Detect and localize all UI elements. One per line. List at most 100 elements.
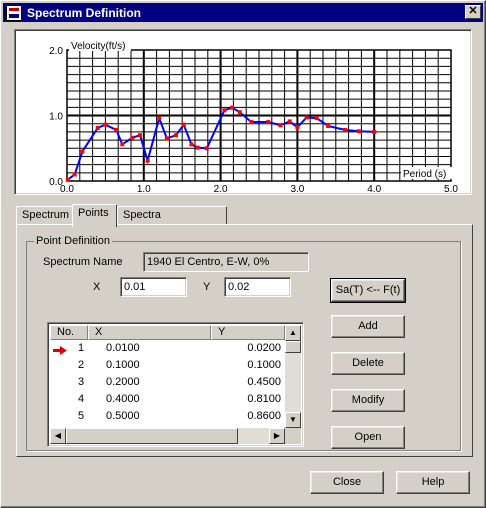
tab-spectrum-label: Spectrum (22, 209, 70, 221)
table-vertical-scrollbar[interactable]: ▲ ▼ (285, 325, 301, 428)
points-table-body: 1 0.0100 0.0200 2 0.1000 0.1000 3 0.2000 0.4500 4… (50, 340, 285, 428)
point-definition-group: Point Definition Spectrum Name 1940 El C… (26, 235, 461, 451)
scroll-left-arrow-icon[interactable]: ◀ (50, 428, 66, 444)
data-point-marker (130, 135, 135, 140)
scrollbar-corner (285, 428, 301, 444)
data-point-marker (266, 120, 271, 125)
app-icon (6, 4, 22, 21)
tab-spectra-interpolation[interactable]: Spectra Interpolation (117, 206, 227, 238)
x-input-value: 0.01 (124, 281, 146, 293)
data-point-marker (249, 120, 254, 125)
help-button-label: Help (421, 476, 445, 488)
cell-no: 4 (78, 393, 85, 405)
cell-x: 0.0100 (106, 342, 140, 354)
data-point-marker (343, 127, 348, 132)
spectrum-chart-svg: 0.0 1.0 2.0 3.0 4.0 5.00.01.02.0 Velocity(ft/s… (49, 39, 458, 194)
table-row[interactable]: 4 0.4000 0.8100 (50, 391, 285, 408)
modify-button[interactable]: Modify (331, 389, 405, 412)
x-tick-label: 1.0 (137, 184, 151, 194)
cell-no: 3 (78, 376, 85, 388)
data-point-marker (80, 149, 85, 154)
data-point-marker (326, 123, 331, 128)
data-point-marker (145, 158, 150, 163)
cell-x: 0.5000 (106, 410, 140, 422)
data-point-marker (230, 105, 235, 110)
close-button[interactable]: Close (310, 471, 384, 494)
points-table[interactable]: No. X Y 1 0.0100 0.0200 2 0.1000 0.1000 3 0.200… (47, 322, 304, 447)
cell-y: 0.4500 (247, 376, 281, 388)
open-button-label: Open (354, 431, 382, 443)
table-row[interactable]: 3 0.2000 0.4500 (50, 374, 285, 391)
cell-x: 0.2000 (106, 376, 140, 388)
add-button[interactable]: Add (331, 315, 405, 338)
tab-points-label: Points (78, 207, 109, 219)
table-horizontal-scrollbar[interactable]: ◀ ▶ (50, 428, 285, 444)
column-header-x[interactable]: X (88, 325, 211, 340)
title-bar[interactable]: Spectrum Definition ✕ (3, 3, 483, 22)
cell-x: 0.1000 (106, 359, 140, 371)
points-tab-panel: Point Definition Spectrum Name 1940 El C… (16, 224, 473, 457)
open-button[interactable]: Open (331, 426, 405, 449)
cell-no: 5 (78, 410, 85, 422)
table-row[interactable]: 5 0.5000 0.8600 (50, 408, 285, 425)
data-point-marker (72, 172, 77, 177)
x-input[interactable]: 0.01 (120, 277, 187, 297)
x-tick-label: 5.0 (444, 184, 458, 194)
data-point-marker (195, 145, 200, 150)
spectrum-chart: 0.0 1.0 2.0 3.0 4.0 5.0 0.0 1.0 2.0 Velocity(ft/s… (14, 29, 472, 195)
y-input[interactable]: 0.02 (224, 277, 291, 297)
close-window-button[interactable]: ✕ (465, 5, 481, 19)
data-point-marker (164, 136, 169, 141)
close-button-label: Close (332, 476, 362, 488)
data-point-marker (120, 142, 125, 147)
x-tick-label: 3.0 (290, 184, 304, 194)
add-button-label: Add (358, 320, 378, 332)
cell-y: 0.0200 (247, 342, 281, 354)
data-point-marker (103, 122, 108, 127)
data-point-marker (222, 108, 227, 113)
convert-spectrum-label: Sa(T) <-- F(t) (335, 284, 401, 296)
vertical-scroll-thumb[interactable] (285, 341, 301, 353)
tab-points[interactable]: Points (72, 204, 117, 227)
data-point-marker (114, 127, 119, 132)
convert-spectrum-button[interactable]: Sa(T) <-- F(t) (330, 278, 406, 303)
tab-spectrum[interactable]: Spectrum (16, 206, 73, 225)
spectrum-definition-window: Spectrum Definition ✕ 0.0 1.0 2.0 3.0 4.0 5.0… (0, 0, 486, 508)
spectrum-name-field: 1940 El Centro, E-W, 0% (143, 252, 309, 272)
column-header-no[interactable]: No. (50, 325, 88, 340)
window-title: Spectrum Definition (27, 5, 142, 20)
data-point-marker (356, 129, 361, 134)
spectrum-name-value: 1940 El Centro, E-W, 0% (147, 256, 270, 268)
data-point-marker (287, 119, 292, 124)
y-tick-label: 1.0 (49, 112, 63, 123)
help-button[interactable]: Help (396, 471, 470, 494)
cell-y: 0.8100 (247, 393, 281, 405)
spectrum-name-label: Spectrum Name (43, 256, 123, 268)
scroll-down-arrow-icon[interactable]: ▼ (285, 412, 301, 428)
y-tick-label: 0.0 (49, 177, 63, 188)
data-point-marker (204, 146, 209, 151)
table-row[interactable]: 1 0.0100 0.0200 (50, 340, 285, 357)
points-table-header: No. X Y (50, 325, 285, 340)
x-label: X (93, 281, 101, 293)
data-point-marker (372, 129, 377, 134)
x-axis-label: Period (s) (403, 169, 446, 180)
delete-button-label: Delete (352, 357, 384, 369)
column-header-y[interactable]: Y (211, 325, 285, 340)
cell-x: 0.4000 (106, 393, 140, 405)
cell-no: 2 (78, 359, 85, 371)
data-point-marker (295, 125, 300, 130)
data-point-marker (278, 123, 283, 128)
data-point-marker (189, 142, 194, 147)
y-input-value: 0.02 (228, 281, 250, 293)
data-point-marker (181, 122, 186, 127)
table-row[interactable]: 2 0.1000 0.1000 (50, 357, 285, 374)
scroll-up-arrow-icon[interactable]: ▲ (285, 325, 301, 341)
cell-no: 1 (50, 340, 88, 357)
x-tick-label: 4.0 (367, 184, 381, 194)
delete-button[interactable]: Delete (331, 352, 405, 375)
data-point-marker (65, 177, 70, 182)
scroll-right-arrow-icon[interactable]: ▶ (269, 428, 285, 444)
modify-button-label: Modify (351, 394, 385, 406)
horizontal-scroll-thumb[interactable] (66, 428, 238, 444)
